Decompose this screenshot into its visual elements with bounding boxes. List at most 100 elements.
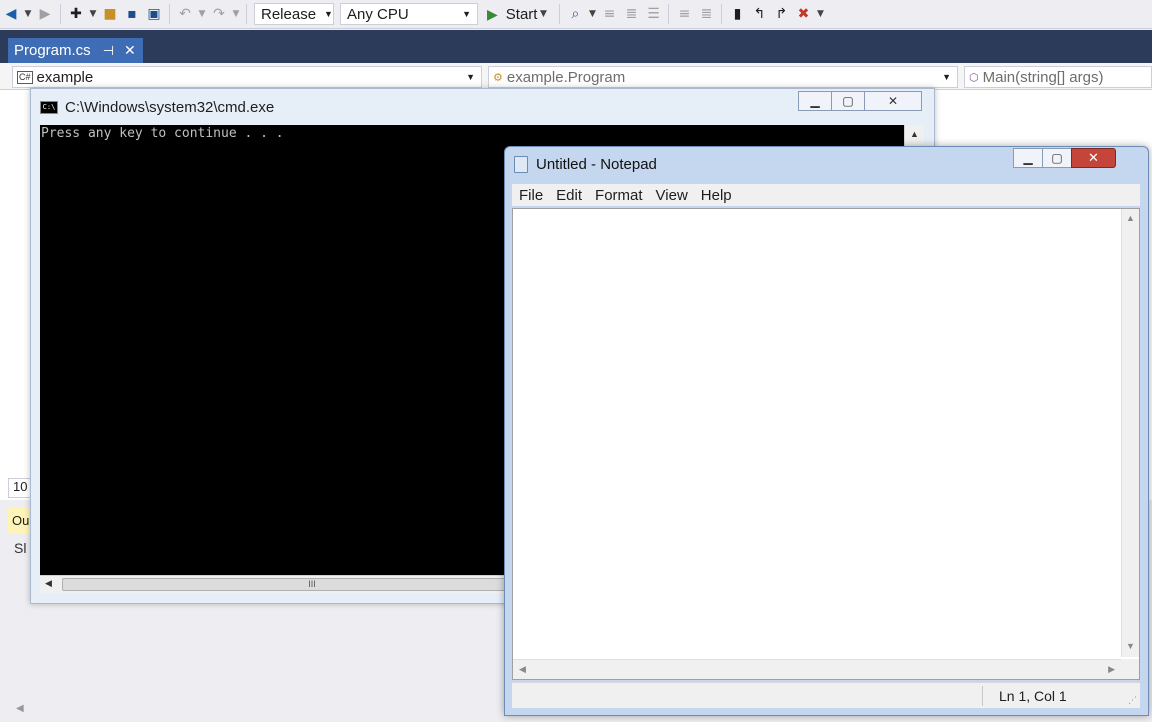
save-all-icon[interactable]: ▣ bbox=[143, 3, 165, 25]
undo-icon[interactable]: ↶ bbox=[174, 3, 196, 25]
notepad-icon bbox=[514, 155, 528, 173]
cursor-position-status: Ln 1, Col 1 bbox=[999, 688, 1067, 704]
menu-edit[interactable]: Edit bbox=[549, 187, 588, 204]
toolbar-separator bbox=[169, 4, 170, 24]
scroll-up-icon[interactable]: ▲ bbox=[905, 129, 924, 139]
notepad-minimize-button[interactable]: ▁ bbox=[1013, 148, 1043, 168]
bookmark-icon[interactable]: ▮ bbox=[726, 3, 748, 25]
cmd-maximize-button[interactable]: ▢ bbox=[831, 91, 865, 111]
document-tab-well: Program.cs ⊣ ✕ bbox=[0, 30, 1152, 63]
toolbar-separator bbox=[60, 4, 61, 24]
cmd-minimize-button[interactable]: ▁ bbox=[798, 91, 832, 111]
output-source-label: Sl bbox=[14, 540, 27, 556]
chevron-down-icon: ▼ bbox=[324, 9, 333, 19]
start-dropdown-icon[interactable]: ▼ bbox=[537, 3, 549, 25]
notepad-menubar: File Edit Format View Help bbox=[512, 184, 1140, 206]
toolbar-separator bbox=[668, 4, 670, 24]
scrollbar-corner bbox=[1121, 659, 1139, 679]
vs-toolbar: ◀ ▼ ▶ ✚ ▼ ■ ▪ ▣ ↶ ▼ ↷ ▼ Release ▼ Any CP… bbox=[0, 0, 1152, 29]
notepad-horizontal-scrollbar[interactable]: ◀ ▶ bbox=[513, 659, 1121, 679]
resize-grip-icon[interactable]: ⋰ bbox=[1128, 695, 1137, 706]
toolbar-overflow-icon[interactable]: ▼ bbox=[814, 3, 826, 25]
tab-program-cs[interactable]: Program.cs ⊣ ✕ bbox=[8, 38, 143, 63]
close-icon[interactable]: ✕ bbox=[124, 42, 136, 59]
notepad-window[interactable]: Untitled - Notepad ▁ ▢ ✕ File Edit Forma… bbox=[504, 146, 1149, 716]
member-combo[interactable]: ⬡ Main(string[] args) bbox=[964, 66, 1152, 88]
uncomment-icon[interactable]: ≣ bbox=[620, 3, 642, 25]
notepad-close-button[interactable]: ✕ bbox=[1071, 148, 1116, 168]
minimize-icon: ▁ bbox=[1023, 151, 1033, 165]
cmd-scroll-thumb[interactable]: III bbox=[62, 578, 562, 591]
next-bookmark-icon[interactable]: ↱ bbox=[770, 3, 792, 25]
member-value: Main(string[] args) bbox=[982, 68, 1104, 86]
tab-label: Program.cs bbox=[14, 42, 91, 59]
cmd-window-controls: ▁ ▢ ✕ bbox=[798, 91, 922, 111]
new-project-icon[interactable]: ✚ bbox=[65, 3, 87, 25]
scroll-left-icon[interactable]: ◀ bbox=[45, 578, 52, 589]
start-button[interactable]: ▶ Start ▼ bbox=[481, 3, 555, 25]
project-value: example bbox=[36, 68, 94, 86]
maximize-icon: ▢ bbox=[842, 94, 854, 108]
back-arrow-icon[interactable]: ◀ bbox=[0, 3, 22, 25]
find-dropdown-icon[interactable]: ▼ bbox=[586, 3, 598, 25]
find-icon[interactable]: ⌕ bbox=[564, 3, 586, 25]
chevron-down-icon: ▼ bbox=[942, 72, 951, 82]
cmd-close-button[interactable]: ✕ bbox=[864, 91, 922, 111]
menu-view[interactable]: View bbox=[649, 187, 694, 204]
undo-dropdown-icon[interactable]: ▼ bbox=[196, 3, 208, 25]
close-icon: ✕ bbox=[887, 94, 899, 108]
notepad-edit-area: ▲ ▼ ◀ ▶ bbox=[512, 208, 1140, 680]
toolbar-separator bbox=[559, 4, 561, 24]
scroll-up-icon[interactable]: ▲ bbox=[1126, 213, 1135, 223]
pin-icon[interactable]: ⊣ bbox=[103, 43, 114, 59]
maximize-icon: ▢ bbox=[1051, 151, 1063, 165]
solution-config-combo[interactable]: Release ▼ bbox=[254, 3, 334, 25]
new-project-dropdown-icon[interactable]: ▼ bbox=[87, 3, 99, 25]
status-divider bbox=[982, 686, 983, 706]
start-label: Start bbox=[505, 5, 538, 23]
redo-icon[interactable]: ↷ bbox=[208, 3, 230, 25]
type-combo[interactable]: ⚙ example.Program ▼ bbox=[488, 66, 958, 88]
menu-format[interactable]: Format bbox=[588, 187, 649, 204]
save-icon[interactable]: ▪ bbox=[121, 3, 143, 25]
close-icon: ✕ bbox=[1088, 150, 1099, 165]
indent-icon[interactable]: ☰ bbox=[642, 3, 664, 25]
cmd-icon: C:\ bbox=[40, 100, 58, 114]
forward-arrow-icon[interactable]: ▶ bbox=[34, 3, 56, 25]
comment-icon[interactable]: ≡ bbox=[598, 3, 620, 25]
solution-config-value: Release bbox=[261, 5, 317, 23]
notepad-title: Untitled - Notepad bbox=[536, 155, 657, 173]
navigation-bar: C# example ▼ ⚙ example.Program ▼ ⬡ Main(… bbox=[0, 63, 1152, 90]
scroll-right-icon[interactable]: ▶ bbox=[1108, 664, 1115, 675]
menu-help[interactable]: Help bbox=[694, 187, 738, 204]
scroll-down-icon[interactable]: ▼ bbox=[1126, 641, 1135, 651]
cmd-title: C:\Windows\system32\cmd.exe bbox=[65, 98, 275, 116]
open-file-icon[interactable]: ■ bbox=[99, 3, 121, 25]
redo-dropdown-icon[interactable]: ▼ bbox=[230, 3, 242, 25]
notepad-maximize-button[interactable]: ▢ bbox=[1042, 148, 1072, 168]
minimize-icon: ▁ bbox=[810, 94, 820, 108]
toolbar-separator bbox=[721, 4, 723, 24]
platform-combo[interactable]: Any CPU ▼ bbox=[340, 3, 478, 25]
menu-file[interactable]: File bbox=[512, 187, 549, 204]
platform-value: Any CPU bbox=[347, 5, 409, 23]
back-dropdown-icon[interactable]: ▼ bbox=[22, 3, 34, 25]
project-combo[interactable]: C# example ▼ bbox=[12, 66, 482, 88]
csharp-project-icon: C# bbox=[17, 70, 33, 84]
notepad-text-input[interactable] bbox=[513, 209, 1117, 657]
prev-bookmark-icon[interactable]: ↰ bbox=[748, 3, 770, 25]
scroll-left-icon[interactable]: ◀ bbox=[519, 664, 526, 675]
type-value: example.Program bbox=[506, 68, 626, 86]
increase-indent-icon[interactable]: ≣ bbox=[695, 3, 717, 25]
notepad-vertical-scrollbar[interactable]: ▲ ▼ bbox=[1121, 209, 1139, 657]
clear-bookmarks-icon[interactable]: ✖ bbox=[792, 3, 814, 25]
play-icon: ▶ bbox=[487, 5, 498, 22]
decrease-indent-icon[interactable]: ≡ bbox=[673, 3, 695, 25]
method-icon: ⬡ bbox=[969, 71, 979, 84]
toolbar-separator bbox=[246, 4, 247, 24]
scroll-left-icon[interactable]: ◀ bbox=[16, 703, 24, 714]
notepad-statusbar: Ln 1, Col 1 ⋰ bbox=[512, 682, 1140, 708]
chevron-down-icon: ▼ bbox=[466, 72, 475, 82]
class-icon: ⚙ bbox=[493, 71, 503, 84]
chevron-down-icon: ▼ bbox=[462, 9, 471, 19]
